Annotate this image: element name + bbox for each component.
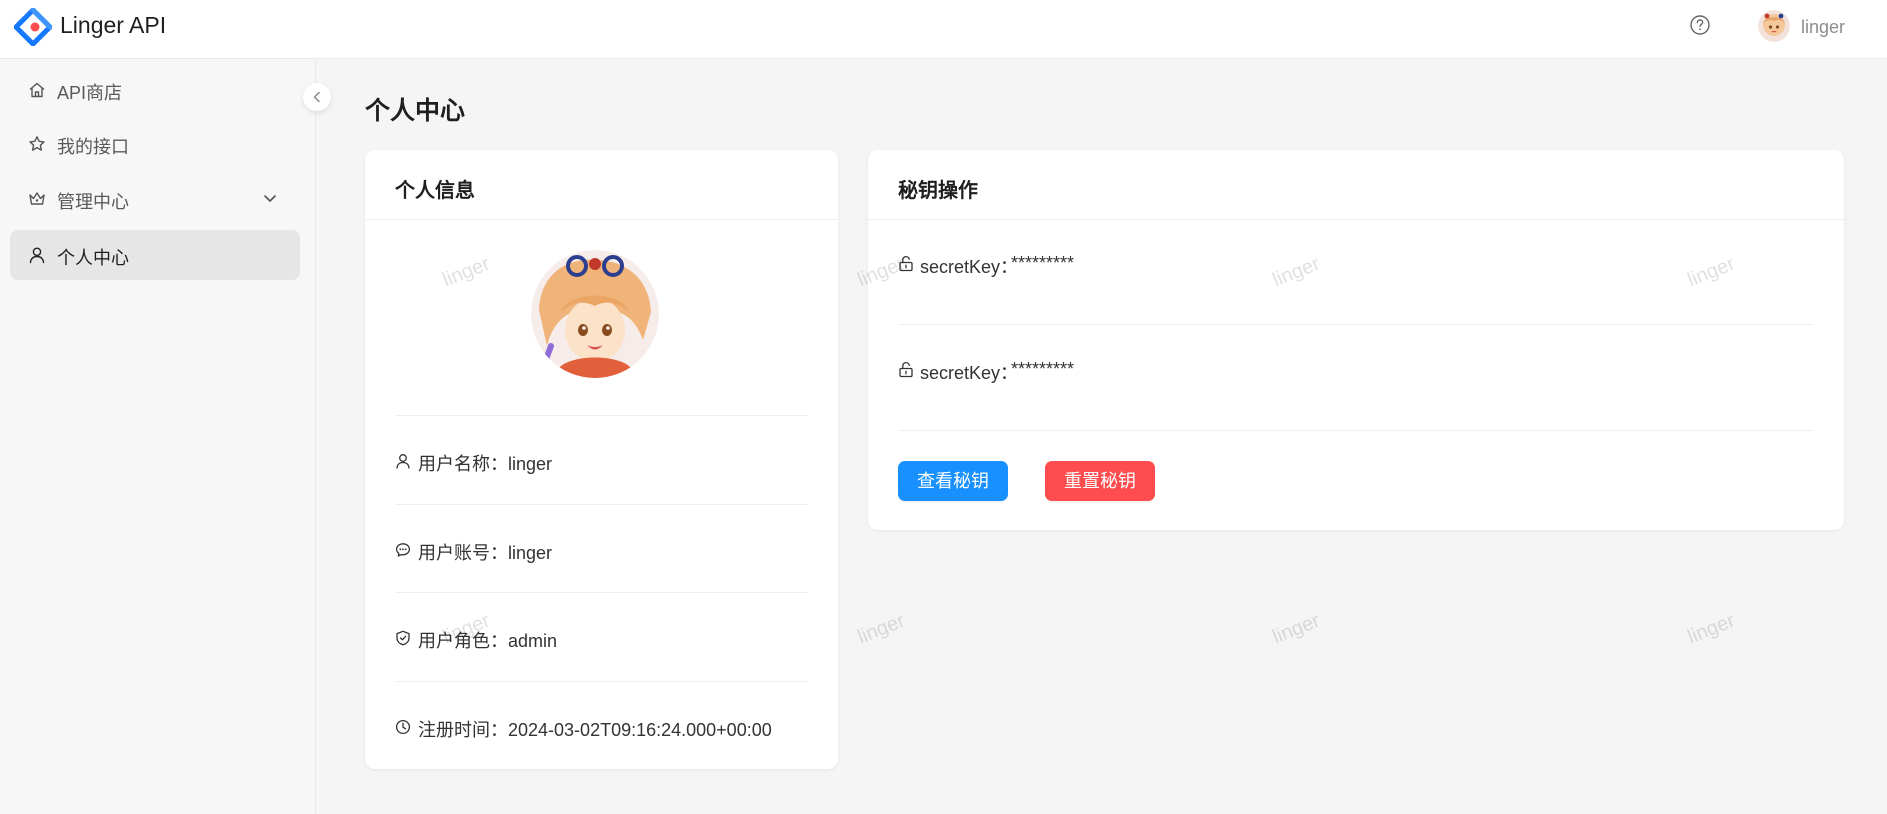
sidebar-item-label: 我的接口 [57, 137, 129, 157]
unlock-icon [899, 361, 913, 378]
sidebar-item-label: 个人中心 [57, 248, 129, 268]
register-time-label: 注册时间： [418, 720, 508, 740]
divider [898, 430, 1814, 431]
register-time-value: 2024-03-02T09:16:24.000+00:00 [508, 720, 772, 740]
username-label: 用户名称： [418, 454, 508, 474]
role-value: admin [508, 631, 558, 651]
sidebar-item-label: API商店 [57, 83, 123, 103]
divider [395, 592, 808, 593]
user-icon [396, 454, 410, 469]
unlock-icon [899, 255, 913, 272]
profile-avatar [531, 250, 659, 378]
divider [395, 681, 808, 682]
divider [898, 324, 1814, 325]
account-label: 用户账号： [418, 543, 508, 563]
sidebar-item-admin-center[interactable]: 管理中心 [10, 174, 300, 224]
crown-icon [29, 192, 45, 205]
sidebar-item-personal-center[interactable]: 个人中心 [10, 230, 300, 280]
secret-key-card-title: 秘钥操作 [898, 180, 978, 202]
brand-title[interactable]: Linger API [60, 12, 166, 39]
top-header: Linger API linger [0, 0, 1887, 59]
profile-card-title: 个人信息 [395, 180, 475, 202]
profile-card-header: 个人信息 [365, 150, 838, 220]
secret-key-value: ********* [1011, 359, 1075, 379]
sidebar-item-my-interfaces[interactable]: 我的接口 [10, 119, 300, 169]
divider [395, 415, 808, 416]
secret-key-card-header: 秘钥操作 [868, 150, 1844, 220]
page-title: 个人中心 [365, 97, 466, 125]
secret-key-value: ********* [1011, 253, 1075, 273]
view-secret-key-button[interactable]: 查看秘钥 [898, 461, 1008, 501]
watermark: linger [1684, 609, 1739, 649]
comment-icon [395, 543, 411, 557]
sidebar-item-api-store[interactable]: API商店 [10, 65, 300, 115]
safety-icon [396, 630, 410, 646]
account-value: linger [508, 543, 553, 563]
home-icon [29, 82, 45, 98]
user-name[interactable]: linger [1801, 17, 1845, 38]
clock-icon [395, 719, 411, 735]
role-label: 用户角色： [418, 631, 508, 651]
secret-key-label: secretKey： [920, 363, 1019, 383]
username-value: linger [508, 454, 553, 474]
logo-icon[interactable] [14, 8, 52, 46]
user-icon [29, 247, 45, 264]
sidebar-collapse-button[interactable] [303, 83, 331, 111]
star-icon [29, 136, 45, 151]
secret-key-label: secretKey： [920, 257, 1019, 277]
user-avatar[interactable] [1758, 10, 1790, 42]
secret-key-card: 秘钥操作 secretKey： ********* secretKey： ***… [868, 150, 1844, 530]
watermark: linger [854, 609, 909, 649]
chevron-left-icon [313, 91, 320, 103]
profile-card: 个人信息 用户名称：linger 用户账号：linger 用户角色：admin … [365, 150, 838, 769]
sidebar-item-label: 管理中心 [57, 192, 129, 212]
chevron-down-icon[interactable] [262, 190, 278, 206]
sidebar: API商店 我的接口 管理中心 个人中心 [0, 59, 316, 814]
reset-secret-key-button[interactable]: 重置秘钥 [1045, 461, 1155, 501]
help-icon[interactable] [1689, 14, 1711, 36]
divider [395, 504, 808, 505]
watermark: linger [1269, 609, 1324, 649]
